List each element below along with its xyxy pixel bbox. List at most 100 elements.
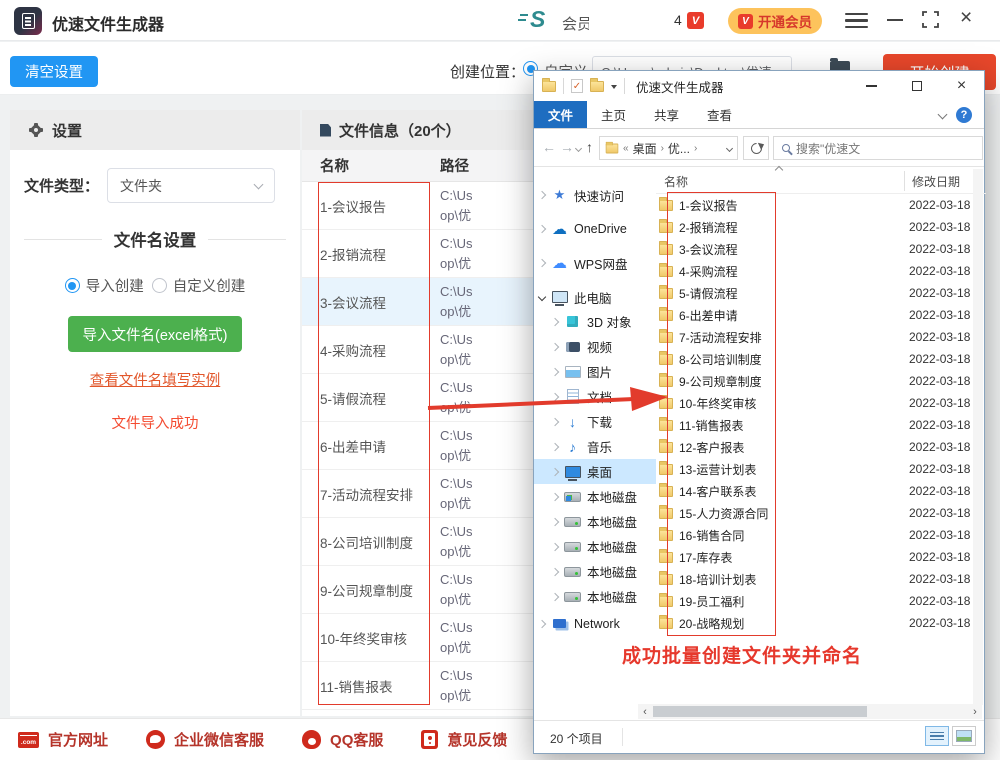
nav-item-downloads[interactable]: 下载 [534,409,656,434]
website-link[interactable]: .com官方网址 [18,729,108,750]
explorer-file-row[interactable]: 2-报销流程2022-03-18 [656,216,986,238]
back-icon[interactable]: ← [542,139,556,155]
chevron-collapsed-icon[interactable] [538,620,546,628]
chevron-collapsed-icon[interactable] [551,592,559,600]
chevron-collapsed-icon[interactable] [551,367,559,375]
import-create-radio[interactable]: 导入创建 [65,275,144,296]
breadcrumb-current[interactable]: 优... [668,140,690,157]
maximize-icon[interactable] [922,11,939,33]
minimize-icon[interactable] [887,19,903,21]
feedback-link[interactable]: 意见反馈 [421,729,507,750]
horizontal-scrollbar[interactable]: ‹ › [638,704,982,719]
chevron-collapsed-icon[interactable] [551,467,559,475]
explorer-file-row[interactable]: 7-活动流程安排2022-03-18 [656,326,986,348]
nav-item-local-disk-c[interactable]: 本地磁盘 [534,484,656,509]
explorer-file-row[interactable]: 12-客户报表2022-03-18 [656,436,986,458]
nav-item-local-disk-1[interactable]: 本地磁盘 [534,509,656,534]
explorer-file-row[interactable]: 15-人力资源合同2022-03-18 [656,502,986,524]
close-icon[interactable]: × [960,6,972,30]
properties-check-icon[interactable]: ✓ [571,79,583,93]
explorer-file-row[interactable]: 17-库存表2022-03-18 [656,546,986,568]
column-name[interactable]: 名称 [302,155,440,176]
tab-home[interactable]: 主页 [587,101,640,128]
chevron-collapsed-icon[interactable] [551,567,559,575]
forward-icon[interactable]: → [560,139,574,155]
explorer-search-input[interactable]: 搜索"优速文 [773,136,983,160]
nav-item-local-disk-3[interactable]: 本地磁盘 [534,559,656,584]
breadcrumb[interactable]: « 桌面 › 优... › [599,136,738,160]
qq-link[interactable]: QQ客服 [302,729,383,750]
explorer-file-row[interactable]: 16-销售合同2022-03-18 [656,524,986,546]
chevron-collapsed-icon[interactable] [551,542,559,550]
file-type-select[interactable]: 文件夹 [107,168,275,203]
refresh-button[interactable] [743,136,769,160]
explorer-file-row[interactable]: 11-销售报表2022-03-18 [656,414,986,436]
nav-item-desktop[interactable]: 桌面 [534,459,656,484]
chevron-collapsed-icon[interactable] [551,442,559,450]
column-date-modified[interactable]: 修改日期 [912,173,960,190]
explorer-file-row[interactable]: 6-出差申请2022-03-18 [656,304,986,326]
explorer-file-row[interactable]: 9-公司规章制度2022-03-18 [656,370,986,392]
import-filenames-button[interactable]: 导入文件名(excel格式) [68,316,242,352]
clear-settings-button[interactable]: 清空设置 [10,56,98,87]
chevron-collapsed-icon[interactable] [538,225,546,233]
up-icon[interactable]: ↑ [586,139,593,155]
tab-file[interactable]: 文件 [534,101,587,128]
details-view-icon[interactable] [925,726,949,746]
nav-item-music[interactable]: 音乐 [534,434,656,459]
explorer-file-row[interactable]: 8-公司培训制度2022-03-18 [656,348,986,370]
nav-item-network[interactable]: Network [534,612,656,636]
explorer-close-icon[interactable]: × [939,71,984,101]
tab-share[interactable]: 共享 [640,101,693,128]
nav-item-quick-access[interactable]: 快速访问 [534,183,656,207]
tab-view[interactable]: 查看 [693,101,746,128]
nav-item-onedrive[interactable]: OneDrive [534,217,656,241]
new-folder-icon[interactable] [590,81,604,92]
explorer-minimize-icon[interactable] [849,71,894,101]
chevron-collapsed-icon[interactable] [551,417,559,425]
breadcrumb-desktop[interactable]: 桌面 [633,140,657,157]
wechat-link[interactable]: 企业微信客服 [146,729,264,750]
chevron-collapsed-icon[interactable] [551,317,559,325]
member-label[interactable]: 会员 [562,13,589,34]
column-name[interactable]: 名称 [664,173,688,190]
scroll-right-icon[interactable]: › [968,706,982,718]
explorer-file-row[interactable]: 18-培训计划表2022-03-18 [656,568,986,590]
explorer-file-row[interactable]: 20-战略规划2022-03-18 [656,612,986,634]
custom-create-radio[interactable]: 自定义创建 [152,275,246,296]
explorer-maximize-icon[interactable] [894,71,939,101]
chevron-collapsed-icon[interactable] [538,259,546,267]
view-example-link[interactable]: 查看文件名填写实例 [90,369,221,390]
explorer-file-row[interactable]: 19-员工福利2022-03-18 [656,590,986,612]
sort-ascending-icon[interactable] [775,166,783,174]
upgrade-member-button[interactable]: V 开通会员 [728,8,822,34]
scrollbar-thumb[interactable] [653,706,867,717]
explorer-file-row[interactable]: 13-运营计划表2022-03-18 [656,458,986,480]
chevron-collapsed-icon[interactable] [538,191,546,199]
nav-item-documents[interactable]: 文档 [534,384,656,409]
explorer-file-row[interactable]: 3-会议流程2022-03-18 [656,238,986,260]
history-dropdown-icon[interactable] [575,145,582,152]
explorer-file-row[interactable]: 1-会议报告2022-03-18 [656,194,986,216]
explorer-file-row[interactable]: 14-客户联系表2022-03-18 [656,480,986,502]
column-path[interactable]: 路径 [440,155,469,176]
help-icon[interactable]: ? [956,107,972,123]
nav-item-wps-drive[interactable]: WPS网盘 [534,251,656,275]
breadcrumb-dropdown-icon[interactable] [726,144,733,151]
explorer-file-row[interactable]: 5-请假流程2022-03-18 [656,282,986,304]
chevron-collapsed-icon[interactable] [551,517,559,525]
nav-item-this-pc[interactable]: 此电脑 [534,285,656,309]
menu-icon[interactable] [845,13,868,28]
chevron-collapsed-icon[interactable] [551,342,559,350]
explorer-file-row[interactable]: 4-采购流程2022-03-18 [656,260,986,282]
qat-dropdown-icon[interactable] [611,85,617,89]
vertical-scrollbar[interactable] [973,169,983,705]
chevron-collapsed-icon[interactable] [551,392,559,400]
nav-item-local-disk-2[interactable]: 本地磁盘 [534,534,656,559]
nav-item-objects-3d[interactable]: 3D 对象 [534,309,656,334]
chevron-collapsed-icon[interactable] [551,492,559,500]
explorer-file-row[interactable]: 10-年终奖审核2022-03-18 [656,392,986,414]
chevron-expanded-icon[interactable] [538,293,546,301]
nav-item-videos[interactable]: 视频 [534,334,656,359]
nav-item-pictures[interactable]: 图片 [534,359,656,384]
